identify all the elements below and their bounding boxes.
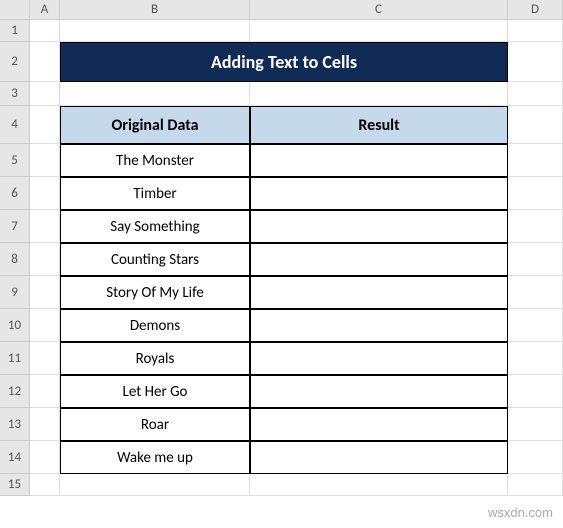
cell-b10[interactable]: Demons [60, 309, 250, 342]
cell-c9[interactable] [250, 276, 508, 309]
col-header-b[interactable]: B [60, 0, 250, 20]
row-1: 1 [0, 20, 563, 42]
cell-d3[interactable] [508, 82, 563, 106]
col-header-c[interactable]: C [250, 0, 508, 20]
cell-b12[interactable]: Let Her Go [60, 375, 250, 408]
cell-a10[interactable] [30, 309, 60, 342]
cell-c6[interactable] [250, 177, 508, 210]
row-header-7[interactable]: 7 [0, 210, 30, 243]
row-15: 15 [0, 474, 563, 496]
cell-b15[interactable] [60, 474, 250, 496]
row-header-9[interactable]: 9 [0, 276, 30, 309]
cell-c1[interactable] [250, 20, 508, 42]
cell-b8[interactable]: Counting Stars [60, 243, 250, 276]
row-5: 5 The Monster [0, 144, 563, 177]
row-12: 12 Let Her Go [0, 375, 563, 408]
cell-c11[interactable] [250, 342, 508, 375]
cell-a12[interactable] [30, 375, 60, 408]
cell-d12[interactable] [508, 375, 563, 408]
cell-c8[interactable] [250, 243, 508, 276]
row-header-12[interactable]: 12 [0, 375, 30, 408]
cell-b13[interactable]: Roar [60, 408, 250, 441]
row-6: 6 Timber [0, 177, 563, 210]
header-result[interactable]: Result [250, 106, 508, 144]
cell-c14[interactable] [250, 441, 508, 474]
cell-d8[interactable] [508, 243, 563, 276]
watermark: wsxdn.com [488, 505, 553, 520]
row-4: 4 Original Data Result [0, 106, 563, 144]
row-header-6[interactable]: 6 [0, 177, 30, 210]
row-header-15[interactable]: 15 [0, 474, 30, 496]
select-all-corner[interactable] [0, 0, 30, 20]
cell-b9[interactable]: Story Of My Life [60, 276, 250, 309]
cell-b7[interactable]: Say Something [60, 210, 250, 243]
header-original-data[interactable]: Original Data [60, 106, 250, 144]
cell-d10[interactable] [508, 309, 563, 342]
row-header-4[interactable]: 4 [0, 106, 30, 144]
cell-c5[interactable] [250, 144, 508, 177]
cell-b5[interactable]: The Monster [60, 144, 250, 177]
cell-b6[interactable]: Timber [60, 177, 250, 210]
row-header-1[interactable]: 1 [0, 20, 30, 42]
row-14: 14 Wake me up [0, 441, 563, 474]
row-13: 13 Roar [0, 408, 563, 441]
cell-d14[interactable] [508, 441, 563, 474]
row-header-14[interactable]: 14 [0, 441, 30, 474]
cell-a13[interactable] [30, 408, 60, 441]
cell-d5[interactable] [508, 144, 563, 177]
cell-c12[interactable] [250, 375, 508, 408]
row-9: 9 Story Of My Life [0, 276, 563, 309]
cell-c3[interactable] [250, 82, 508, 106]
cell-a1[interactable] [30, 20, 60, 42]
cell-a2[interactable] [30, 42, 60, 82]
row-10: 10 Demons [0, 309, 563, 342]
cell-a11[interactable] [30, 342, 60, 375]
column-header-row: A B C D [0, 0, 563, 20]
cell-d11[interactable] [508, 342, 563, 375]
cell-d6[interactable] [508, 177, 563, 210]
row-2: 2 Adding Text to Cells [0, 42, 563, 82]
cell-d9[interactable] [508, 276, 563, 309]
row-3: 3 [0, 82, 563, 106]
cell-d15[interactable] [508, 474, 563, 496]
cell-a7[interactable] [30, 210, 60, 243]
cell-a3[interactable] [30, 82, 60, 106]
col-header-d[interactable]: D [508, 0, 563, 20]
cell-c13[interactable] [250, 408, 508, 441]
cell-a15[interactable] [30, 474, 60, 496]
row-header-3[interactable]: 3 [0, 82, 30, 106]
col-header-a[interactable]: A [30, 0, 60, 20]
cell-b1[interactable] [60, 20, 250, 42]
row-header-8[interactable]: 8 [0, 243, 30, 276]
cell-d2[interactable] [508, 42, 563, 82]
row-header-11[interactable]: 11 [0, 342, 30, 375]
row-11: 11 Royals [0, 342, 563, 375]
row-header-10[interactable]: 10 [0, 309, 30, 342]
cell-a14[interactable] [30, 441, 60, 474]
cell-a9[interactable] [30, 276, 60, 309]
title-cell[interactable]: Adding Text to Cells [60, 42, 508, 82]
row-header-2[interactable]: 2 [0, 42, 30, 82]
cell-a4[interactable] [30, 106, 60, 144]
cell-a6[interactable] [30, 177, 60, 210]
row-7: 7 Say Something [0, 210, 563, 243]
cell-c15[interactable] [250, 474, 508, 496]
row-header-13[interactable]: 13 [0, 408, 30, 441]
row-header-5[interactable]: 5 [0, 144, 30, 177]
cell-b11[interactable]: Royals [60, 342, 250, 375]
cell-a8[interactable] [30, 243, 60, 276]
cell-a5[interactable] [30, 144, 60, 177]
cell-b3[interactable] [60, 82, 250, 106]
cell-c10[interactable] [250, 309, 508, 342]
cell-d4[interactable] [508, 106, 563, 144]
row-8: 8 Counting Stars [0, 243, 563, 276]
cell-d1[interactable] [508, 20, 563, 42]
cell-d7[interactable] [508, 210, 563, 243]
cell-b14[interactable]: Wake me up [60, 441, 250, 474]
cell-d13[interactable] [508, 408, 563, 441]
cell-c7[interactable] [250, 210, 508, 243]
